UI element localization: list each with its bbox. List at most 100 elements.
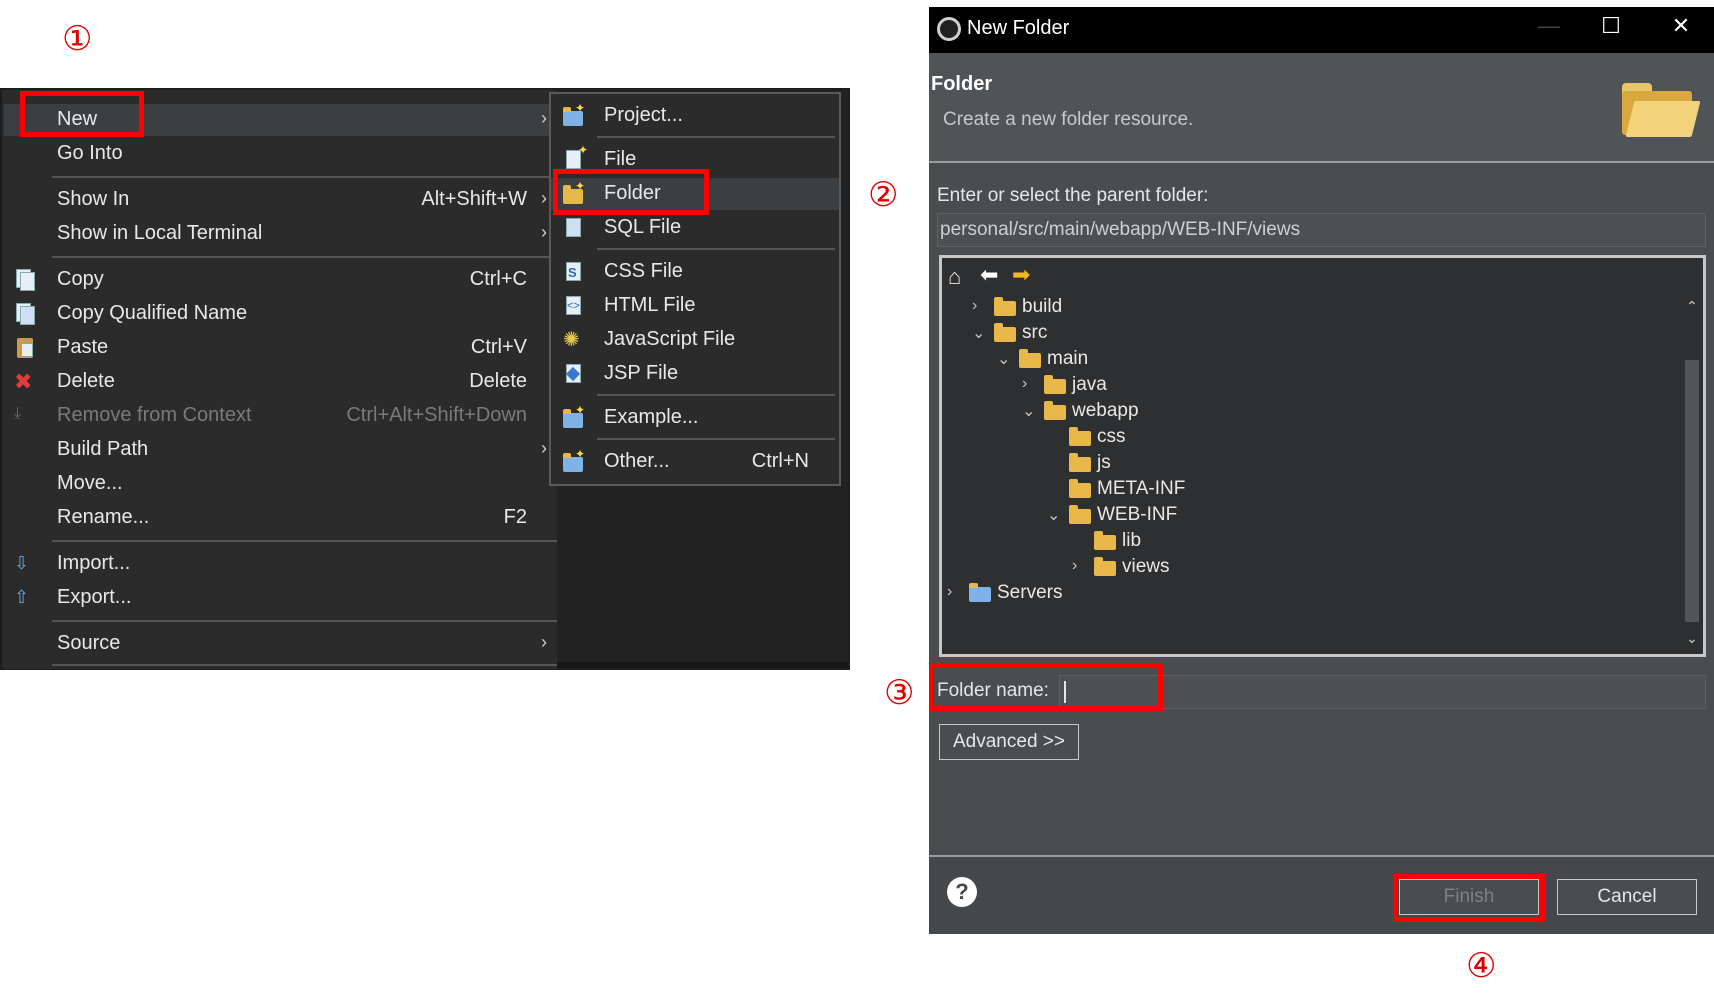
folder-icon [1069,453,1091,472]
menu-shortcut: Ctrl+Alt+Shift+Down [346,404,527,426]
maximize-button[interactable]: ☐ [1591,13,1631,39]
other-wizard-icon: ✦ [563,447,585,473]
chevron-right-icon: › [541,222,547,242]
collapse-chevron-icon[interactable]: ⌄ [1047,505,1065,525]
chevron-right-icon: › [541,438,547,458]
folder-name-input[interactable] [1059,675,1706,709]
javascript-file-icon: ✺ [563,329,580,351]
menu-item-label: Go Into [57,142,123,164]
copy-qualified-icon [14,303,36,325]
menu-item-new[interactable]: New › [4,104,557,136]
submenu-item-css-file[interactable]: S CSS File [551,256,839,288]
delete-icon: ✖ [14,369,33,394]
menu-item-remove-from-context: ⤓ Remove from Context Ctrl+Alt+Shift+Dow… [4,400,557,432]
submenu-item-other[interactable]: ✦ Other... Ctrl+N [551,446,839,478]
scrollbar-thumb[interactable] [1685,360,1699,622]
import-icon: ⇩ [14,553,30,573]
export-icon: ⇧ [14,587,30,607]
submenu-item-jsp-file[interactable]: JSP File [551,358,839,390]
tree-node-label: Servers [997,582,1063,603]
expand-chevron-icon[interactable]: › [1022,375,1040,393]
collapse-chevron-icon[interactable]: ⌄ [972,323,990,343]
advanced-button[interactable]: Advanced >> [939,724,1079,760]
menu-item-move[interactable]: Move... [4,468,557,500]
submenu-item-label: Folder [604,182,661,204]
folder-icon [969,583,991,602]
css-file-icon: S [563,261,585,283]
folder-tree[interactable]: ⌂ ⬅ ➡ › build ⌄ src ⌄ main › java ⌄ weba… [939,255,1706,657]
menu-item-label: Delete [57,370,115,392]
menu-item-go-into[interactable]: Go Into [4,138,557,170]
new-folder-dialog: New Folder — ☐ ✕ Folder Create a new fol… [929,7,1714,934]
menu-item-label: Copy Qualified Name [57,302,248,324]
menu-shortcut: Ctrl+N [751,450,809,472]
menu-item-copy-qualified-name[interactable]: Copy Qualified Name [4,298,557,330]
menu-separator [597,136,835,138]
sql-file-icon [563,217,585,239]
finish-button[interactable]: Finish [1399,879,1539,915]
menu-item-copy[interactable]: Copy Ctrl+C [4,264,557,296]
tree-node-label: build [1022,296,1063,317]
collapse-chevron-icon[interactable]: ⌄ [997,349,1015,369]
tree-node-label: webapp [1072,400,1139,421]
menu-item-paste[interactable]: Paste Ctrl+V [4,332,557,364]
submenu-item-sql-file[interactable]: SQL File [551,212,839,244]
menu-separator [52,176,557,178]
menu-item-import[interactable]: ⇩ Import... [4,548,557,580]
scroll-up-icon[interactable]: ⌃ [1686,298,1698,315]
chevron-right-icon: › [541,108,547,128]
help-icon[interactable]: ? [947,877,977,907]
folder-icon [994,323,1016,342]
menu-item-show-in[interactable]: Show In Alt+Shift+W › [4,184,557,216]
folder-icon [994,297,1016,316]
menu-item-label: New [57,108,98,130]
menu-shortcut: Alt+Shift+W [421,188,527,210]
tree-node-label: WEB-INF [1097,504,1178,525]
expand-chevron-icon[interactable]: › [1072,557,1090,575]
submenu-item-file[interactable]: ✦ File [551,143,839,176]
folder-icon [1044,401,1066,420]
collapse-chevron-icon[interactable]: ⌄ [1022,401,1040,421]
menu-shortcut: F2 [503,506,527,528]
submenu-item-project[interactable]: ✦ Project... [551,100,839,132]
expand-chevron-icon[interactable]: › [947,583,965,601]
new-submenu: ✦ Project... ✦ File ✦ Folder SQL File S … [549,92,841,486]
dialog-header: Folder Create a new folder resource. [929,53,1714,163]
tree-scrollbar[interactable]: ⌃ ⌄ [1681,296,1703,654]
back-arrow-icon[interactable]: ⬅ [980,262,998,288]
menu-item-label: Show in Local Terminal [57,222,263,244]
home-icon[interactable]: ⌂ [948,264,961,290]
minimize-button[interactable]: — [1529,13,1569,39]
menu-item-delete[interactable]: ✖ Delete Delete [4,366,557,398]
forward-arrow-icon[interactable]: ➡ [1012,262,1030,288]
folder-icon [1094,531,1116,550]
submenu-item-label: JSP File [604,362,679,384]
menu-item-rename[interactable]: Rename... F2 [4,502,557,534]
submenu-item-example[interactable]: ✦ Example... [551,402,839,434]
copy-icon [14,269,36,291]
tree-node-label: META-INF [1097,478,1186,499]
folder-icon [1069,505,1091,524]
parent-folder-input[interactable]: personal/src/main/webapp/WEB-INF/views [937,213,1706,247]
submenu-item-folder[interactable]: ✦ Folder [551,178,839,210]
scroll-down-icon[interactable]: ⌄ [1686,630,1698,647]
expand-chevron-icon[interactable]: › [972,297,990,315]
menu-item-build-path[interactable]: Build Path › [4,434,557,466]
folder-icon [1069,479,1091,498]
close-button[interactable]: ✕ [1661,13,1701,39]
cancel-button[interactable]: Cancel [1557,879,1697,915]
header-description: Create a new folder resource. [943,109,1194,130]
menu-separator [597,438,835,440]
cancel-button-label: Cancel [1597,886,1657,907]
menu-item-label: Show In [57,188,130,210]
menu-separator [52,256,557,258]
submenu-item-javascript-file[interactable]: ✺ JavaScript File [551,324,839,356]
menu-item-source[interactable]: Source › [4,628,557,660]
tree-node-label: js [1097,452,1111,473]
menu-item-export[interactable]: ⇧ Export... [4,582,557,614]
submenu-item-html-file[interactable]: <> HTML File [551,290,839,322]
tree-node-label: lib [1122,530,1142,551]
menu-item-show-in-local-terminal[interactable]: Show in Local Terminal › [4,218,557,250]
eclipse-app-icon [937,17,961,41]
html-file-icon: <> [563,295,585,317]
